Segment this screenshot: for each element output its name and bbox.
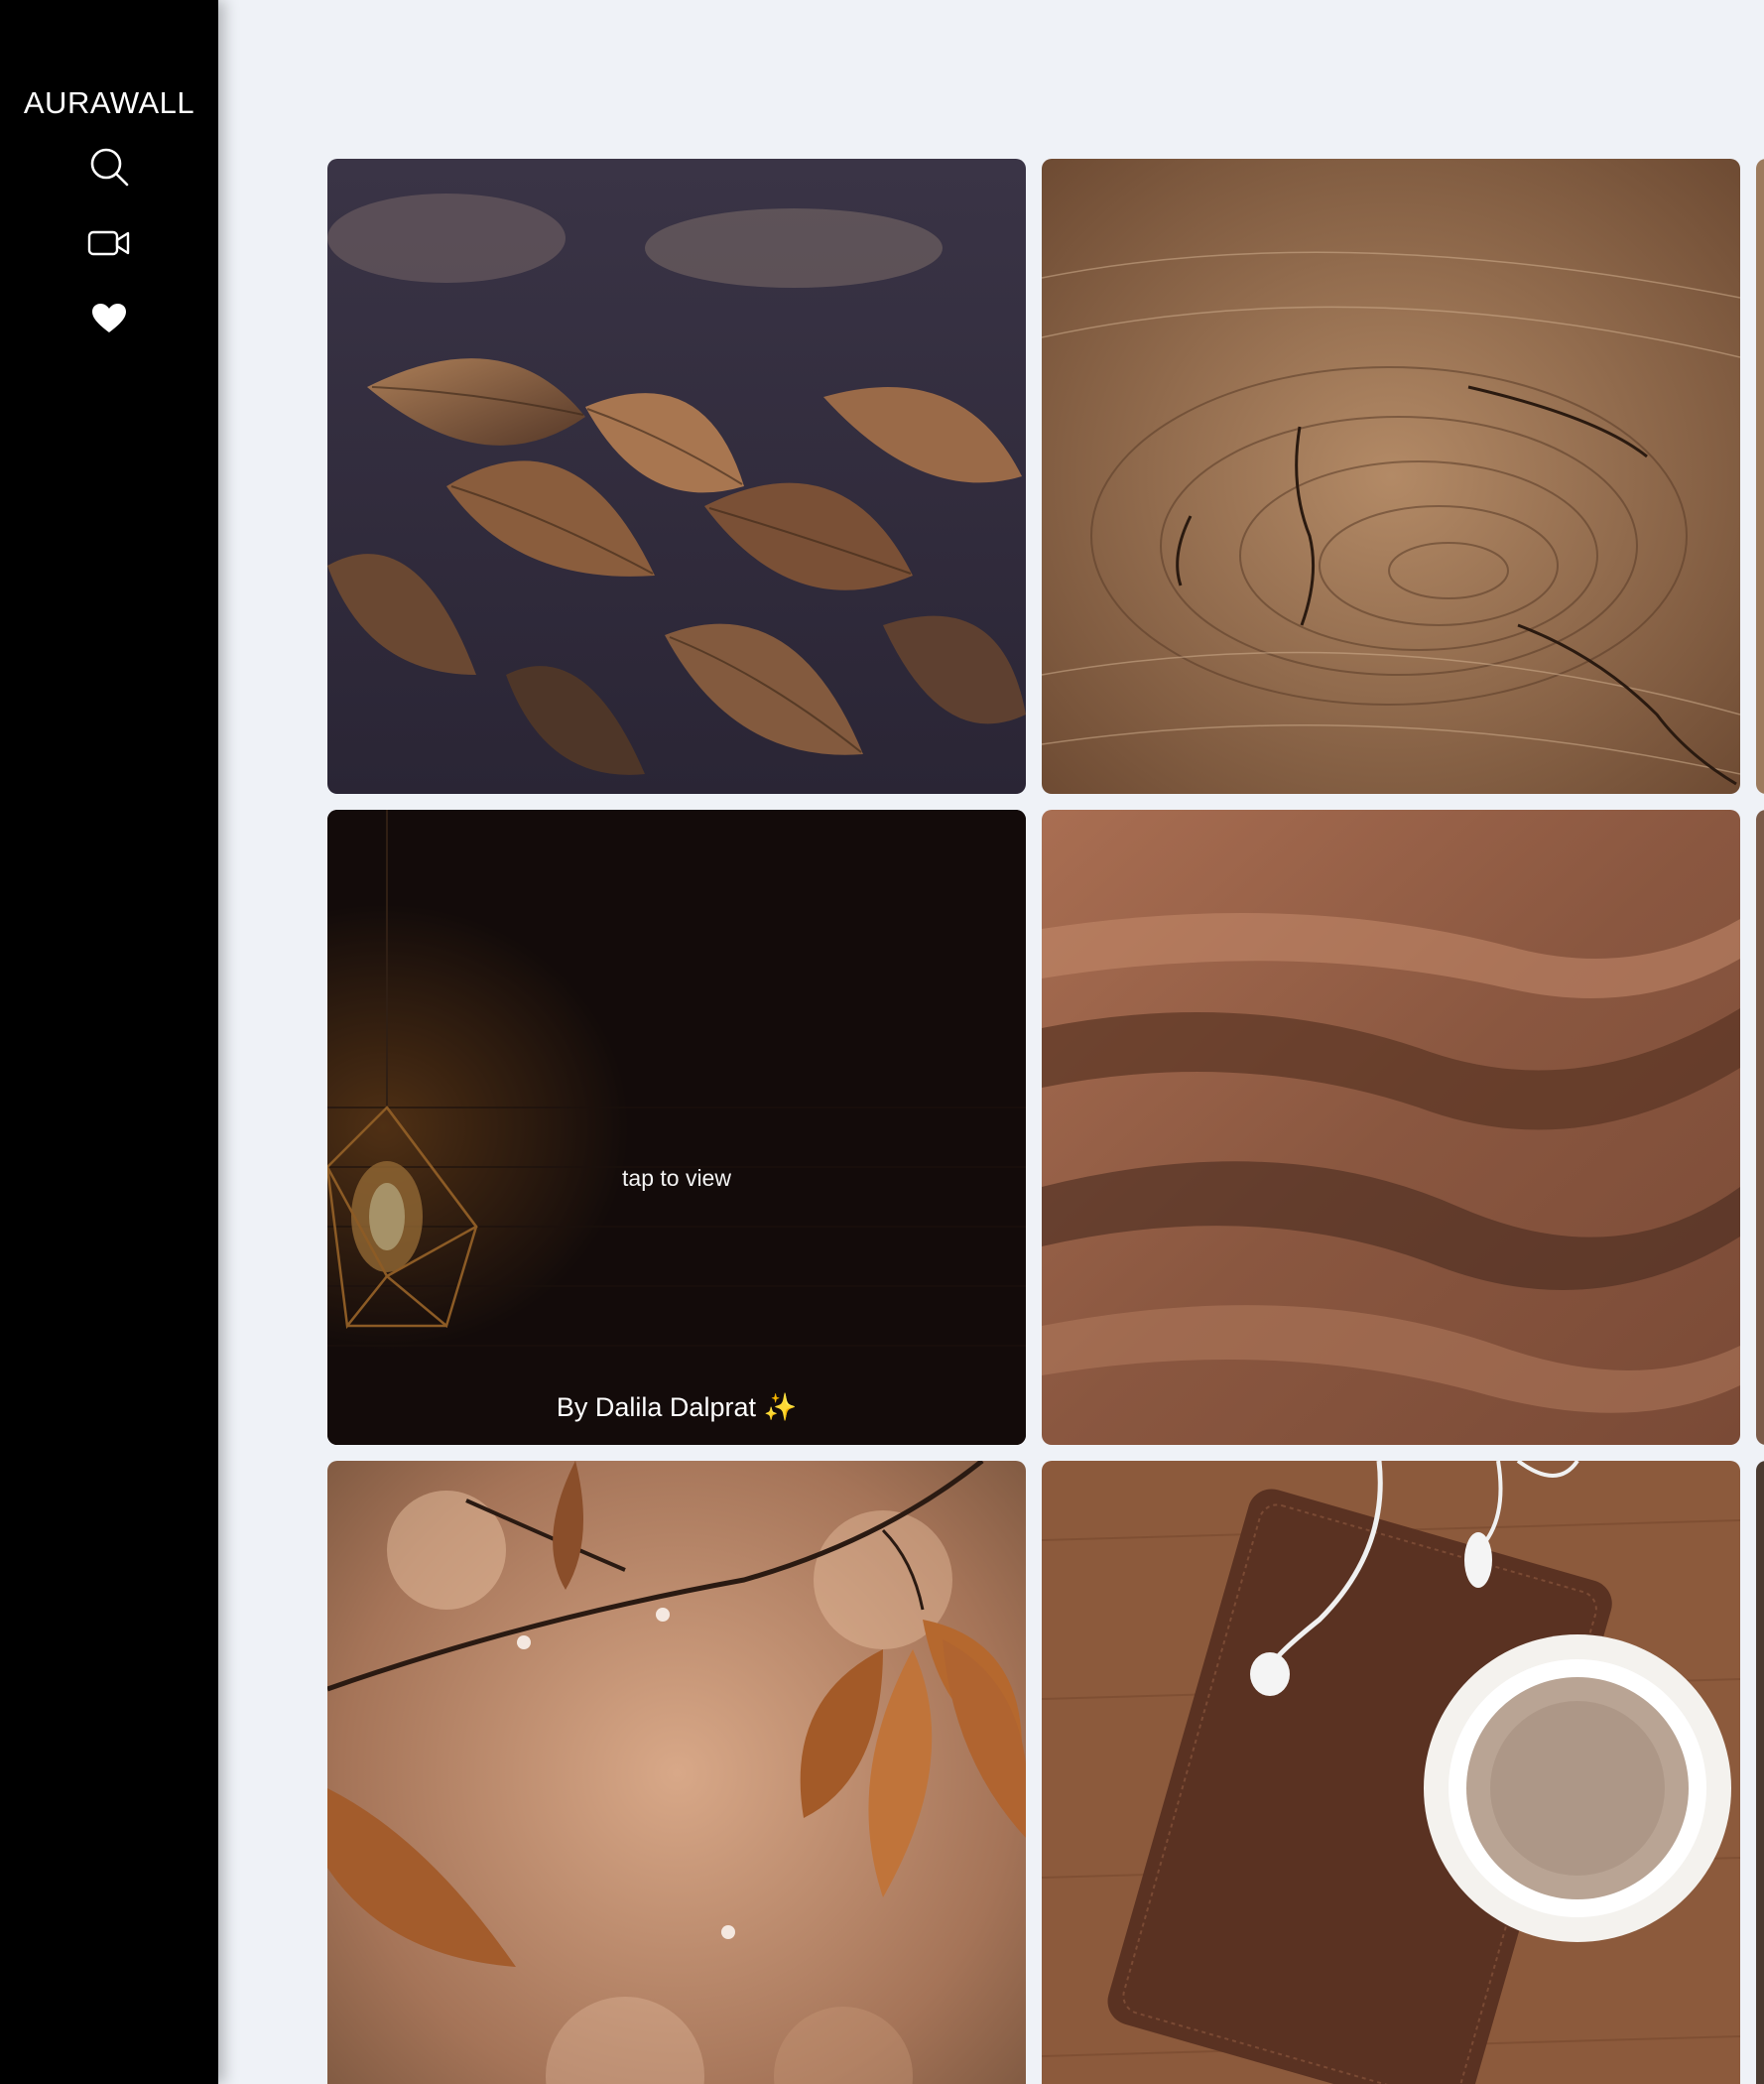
search-button[interactable] (87, 145, 131, 189)
wallpaper-card[interactable] (1756, 159, 1764, 794)
tap-to-view-label[interactable]: tap to view (327, 1165, 1026, 1192)
autumn-leaves-image (327, 1461, 1026, 2084)
leaves-image (327, 159, 1026, 794)
partial-image (1756, 810, 1764, 1445)
wallpaper-card-hovered[interactable]: tap to view By Dalila Dalprat ✨ (327, 810, 1026, 1445)
video-icon (87, 230, 130, 256)
wallpaper-card[interactable] (1042, 1461, 1740, 2084)
heart-icon (92, 304, 126, 332)
wood-image (1042, 159, 1740, 794)
wallpaper-card[interactable] (1042, 810, 1740, 1445)
favorites-button[interactable] (87, 297, 131, 340)
wallpaper-card[interactable] (1756, 1461, 1764, 2084)
wallpaper-card[interactable] (327, 1461, 1026, 2084)
wallpaper-card[interactable] (1756, 810, 1764, 1445)
videos-button[interactable] (87, 221, 131, 265)
partial-image (1756, 1461, 1764, 2084)
hover-overlay (327, 810, 1026, 1445)
author-name: By Dalila Dalprat (556, 1392, 756, 1422)
partial-image (1756, 159, 1764, 794)
author-credit: By Dalila Dalprat ✨ (327, 1391, 1026, 1423)
wallpaper-grid: tap to view By Dalila Dalprat ✨ (327, 159, 1764, 2084)
satin-image (1042, 810, 1740, 1445)
wallpaper-card[interactable] (327, 159, 1026, 794)
coffee-notebook-image (1042, 1461, 1740, 2084)
sparkle-icon: ✨ (763, 1392, 798, 1422)
sidebar: AURAWALL (0, 0, 218, 2084)
wallpaper-card[interactable] (1042, 159, 1740, 794)
brand-logo[interactable]: AURAWALL (0, 85, 218, 121)
search-icon (90, 148, 129, 187)
